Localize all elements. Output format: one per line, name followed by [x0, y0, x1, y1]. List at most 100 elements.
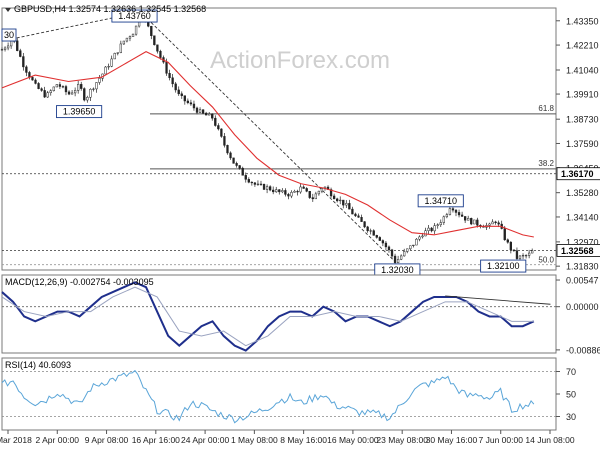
candle-body	[524, 255, 528, 257]
candle-body	[244, 175, 247, 180]
candle-body	[378, 237, 381, 241]
time-tick-label: 30 May 16:00	[426, 435, 478, 445]
candle-body	[226, 145, 229, 154]
candle-body	[369, 230, 372, 232]
candle-body	[360, 217, 363, 222]
panel-frame	[1, 357, 557, 431]
candle-body	[211, 113, 214, 119]
candle-body	[494, 221, 497, 224]
candle-body	[342, 199, 345, 206]
candle-body	[512, 249, 516, 251]
candle-body	[275, 189, 278, 193]
candle-body	[531, 250, 534, 254]
candle-body	[253, 182, 257, 185]
candle-body	[278, 189, 281, 193]
candle-body	[268, 186, 272, 191]
price-axis-marker-label: 1.32568	[561, 246, 594, 256]
candle-body	[0, 49, 4, 51]
time-tick-label: 2 Apr 00:00	[36, 435, 80, 445]
candle-body	[80, 84, 83, 89]
candle-body	[204, 112, 208, 116]
fib-level-label: 61.8	[538, 104, 554, 113]
candle-body	[403, 251, 406, 257]
candle-body	[156, 44, 159, 52]
candle-body	[89, 88, 92, 98]
candle-body	[488, 223, 491, 226]
candle-body	[107, 66, 110, 68]
price-y-tick-label: 1.35280	[566, 188, 599, 198]
price-annotation-label: 30	[4, 30, 14, 40]
time-tick-label: 23 May 08:00	[376, 435, 428, 445]
price-annotation-label: 1.32030	[381, 265, 414, 275]
candle-body	[153, 35, 156, 46]
candle-body	[476, 219, 479, 226]
price-y-tick-label: 1.39910	[566, 90, 599, 100]
candle-body	[357, 215, 360, 218]
candle-body	[247, 179, 250, 183]
candle-body	[299, 186, 302, 193]
candle-body	[256, 183, 260, 185]
time-axis: 23 Mar 2018 2 Apr 00:00 9 Apr 08:0016 Apr …	[0, 430, 575, 445]
candle-body	[70, 92, 74, 95]
candle-body	[470, 218, 473, 225]
macd-y-tick-label: -0.00886	[566, 345, 600, 355]
price-annotation-label: 1.34710	[424, 196, 457, 206]
fib-level-label: 50.0	[538, 256, 554, 265]
candle-body	[491, 221, 494, 225]
candle-body	[165, 61, 168, 74]
candle-body	[509, 241, 512, 251]
candle-body	[177, 89, 180, 95]
candle-body	[31, 77, 34, 81]
candle-body	[320, 188, 324, 192]
candle-body	[363, 221, 366, 228]
candle-body	[250, 181, 254, 184]
candle-body	[345, 203, 348, 206]
candle-body	[375, 235, 378, 238]
time-tick-label: 24 Apr 00:00	[181, 435, 229, 445]
candle-body	[83, 88, 86, 101]
time-tick-label: 9 Apr 08:00	[85, 435, 129, 445]
time-tick-label: 1 May 08:00	[231, 435, 278, 445]
candle-body	[415, 238, 418, 246]
candle-body	[6, 45, 10, 49]
candle-body	[110, 58, 113, 67]
candle-body	[223, 136, 226, 146]
candle-body	[58, 84, 62, 87]
candle-body	[262, 184, 266, 190]
candle-body	[424, 230, 427, 237]
macd-label: MACD(12,26,9) -0.002754 -0.003095	[5, 277, 154, 287]
chart-canvas: ActionForex.com 1.43350 1.42210 1.41040 1.39…	[0, 4, 600, 445]
candle-body	[281, 190, 284, 193]
candle-body	[518, 255, 522, 259]
candle-body	[457, 212, 461, 216]
candle-body	[128, 36, 132, 39]
candle-body	[348, 203, 351, 210]
candle-body	[451, 208, 455, 211]
candle-body	[43, 90, 46, 98]
candle-body	[235, 163, 238, 166]
candle-body	[515, 250, 519, 259]
time-tick-label: 8 May 16:00	[280, 435, 327, 445]
candle-body	[448, 208, 452, 215]
candle-body	[64, 86, 68, 93]
time-tick-label: 16 May 00:00	[327, 435, 379, 445]
candle-body	[302, 186, 305, 189]
candle-body	[445, 214, 449, 218]
candle-body	[67, 91, 71, 95]
candle-body	[116, 52, 119, 54]
candle-body	[521, 255, 525, 257]
candle-body	[442, 216, 445, 223]
candle-body	[9, 40, 13, 47]
candle-body	[189, 102, 193, 105]
candle-body	[119, 43, 122, 53]
candle-body	[272, 189, 275, 193]
macd-y-tick-label: 0.00000	[566, 302, 599, 312]
candle-body	[229, 152, 232, 159]
price-axis-marker-label: 1.36170	[561, 169, 594, 179]
candle-body	[174, 83, 177, 91]
candle-body	[305, 188, 308, 192]
candle-body	[418, 236, 421, 240]
candle-body	[22, 56, 25, 68]
candle-body	[259, 183, 263, 185]
candle-body	[317, 190, 321, 195]
